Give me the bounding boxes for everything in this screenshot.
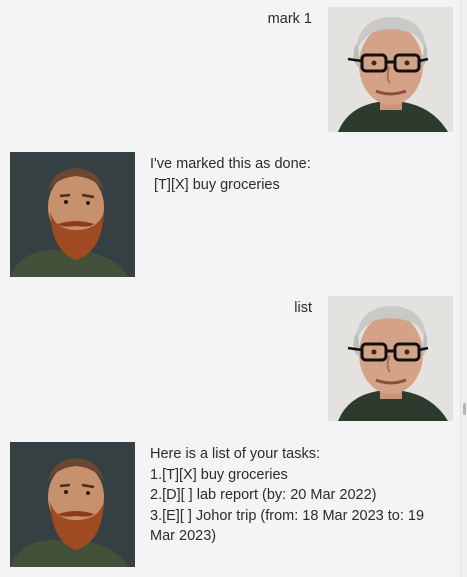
message-text: I've marked this as done:: [150, 156, 311, 172]
user-message: mark 1: [132, 9, 312, 30]
scrollbar[interactable]: [460, 0, 467, 577]
message-text: [T][X] buy groceries: [150, 176, 280, 193]
older-man-glasses-avatar: [328, 7, 453, 132]
message-text: Here is a list of your tasks:: [150, 446, 321, 462]
bot-message: Here is a list of your tasks: 1.[T][X] b…: [150, 444, 450, 547]
message-text: 2.[D][ ] lab report (by: 20 Mar 2022): [150, 487, 377, 503]
message-text: Mar 2023): [150, 528, 217, 544]
bot-message: I've marked this as done: [T][X] buy gro…: [150, 154, 450, 195]
bearded-man-avatar: [10, 442, 135, 567]
message-text: list: [294, 300, 312, 316]
chat-window: mark 1 I've marked this as done: [T][X] …: [0, 0, 467, 577]
message-text: 1.[T][X] buy groceries: [150, 466, 288, 483]
bearded-man-avatar: [10, 152, 135, 277]
scrollbar-thumb[interactable]: [463, 403, 466, 415]
message-text: mark 1: [267, 11, 312, 27]
user-message: list: [132, 298, 312, 319]
message-text: 3.[E][ ] Johor trip (from: 18 Mar 2023 t…: [150, 507, 425, 524]
older-man-glasses-avatar: [328, 296, 453, 421]
